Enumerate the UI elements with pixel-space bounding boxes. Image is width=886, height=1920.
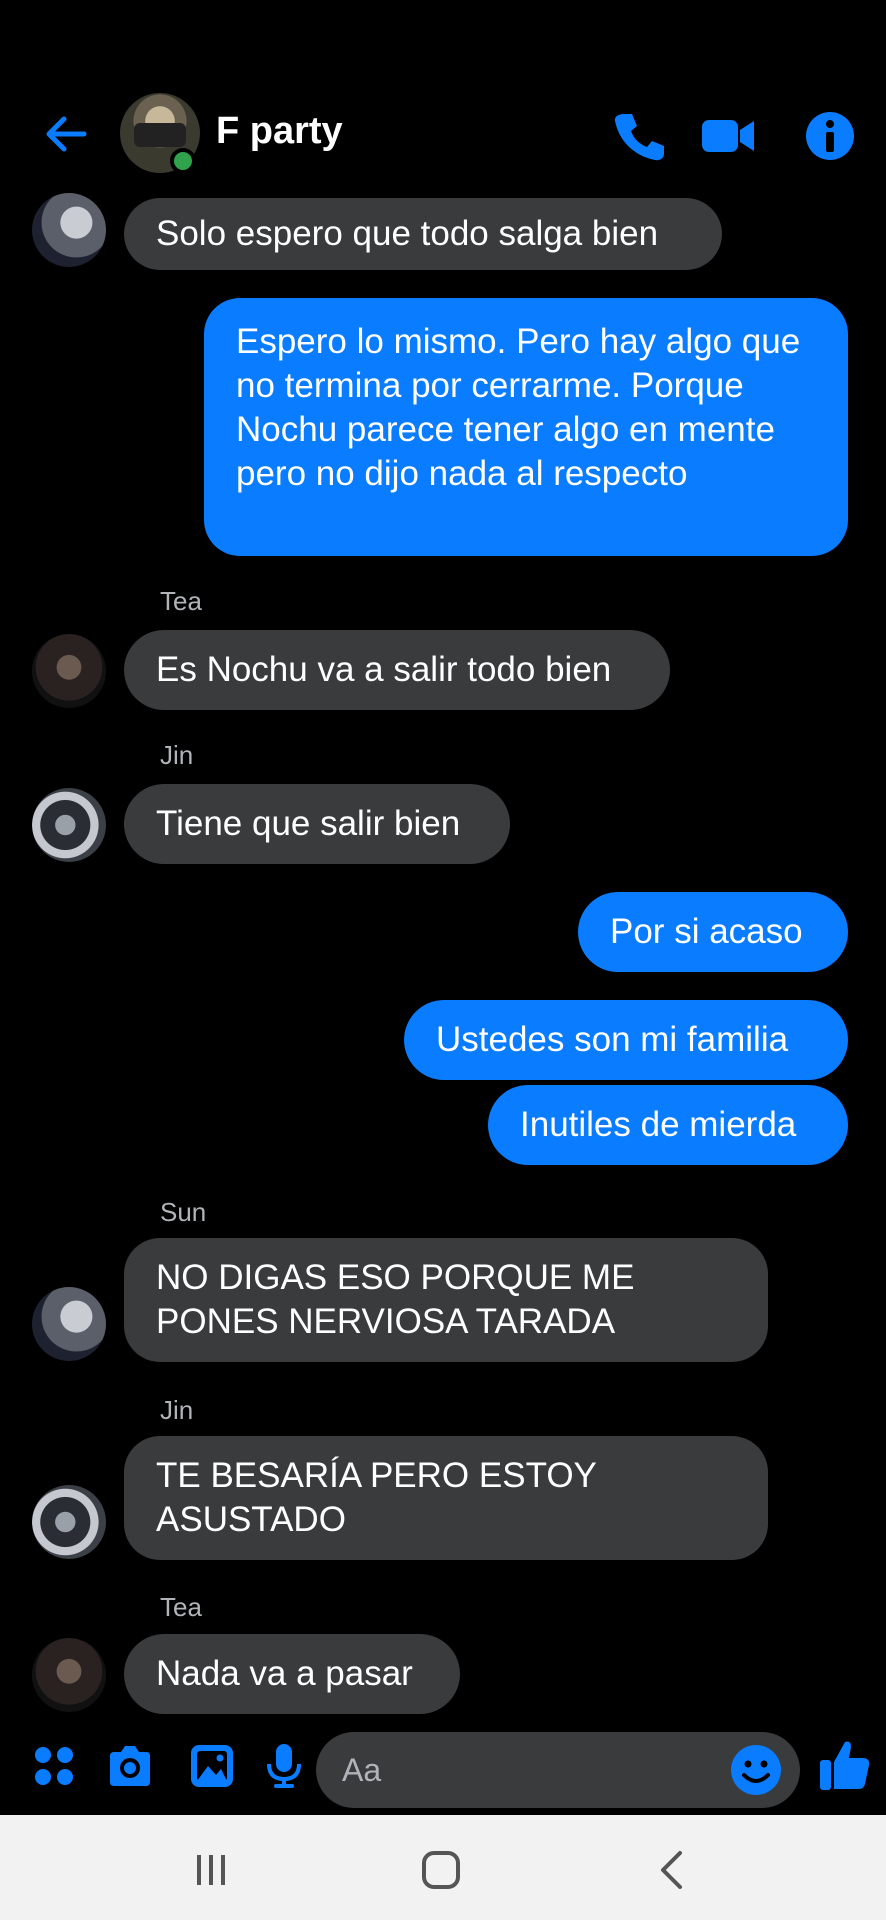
sender-name: Sun xyxy=(160,1197,207,1227)
info-icon[interactable] xyxy=(802,108,858,164)
sender-avatar[interactable] xyxy=(32,788,106,862)
message-bubble[interactable]: Tiene que salir bien xyxy=(124,784,510,864)
message-bubble[interactable]: NO DIGAS ESO PORQUE ME PONES NERVIOSA TA… xyxy=(124,1238,768,1362)
message-bubble[interactable]: Ustedes son mi familia xyxy=(404,1000,848,1080)
sender-avatar[interactable] xyxy=(32,634,106,708)
message-bubble[interactable]: TE BESARÍA PERO ESTOY ASUSTADO xyxy=(124,1436,768,1560)
emoji-icon[interactable] xyxy=(730,1744,782,1796)
message-input[interactable]: Aa xyxy=(316,1732,800,1808)
sender-name: Jin xyxy=(160,740,194,770)
message-bubble[interactable]: Es Nochu va a salir todo bien xyxy=(124,630,670,710)
recent-apps-icon[interactable] xyxy=(186,1845,236,1895)
sender-avatar[interactable] xyxy=(32,193,106,267)
message-bubble[interactable]: Inutiles de mierda xyxy=(488,1085,848,1165)
sender-avatar[interactable] xyxy=(32,1485,106,1559)
message-bubble[interactable]: Nada va a pasar xyxy=(124,1634,460,1714)
phone-icon[interactable] xyxy=(610,108,666,164)
nav-back-icon[interactable] xyxy=(648,1845,698,1895)
message-bubble[interactable]: Solo espero que todo salga bien xyxy=(124,198,722,270)
message-bubble[interactable]: Espero lo mismo. Pero hay algo que no te… xyxy=(204,298,848,556)
sender-avatar[interactable] xyxy=(32,1287,106,1361)
conversation-header: F party xyxy=(0,0,886,195)
message-input-placeholder: Aa xyxy=(342,1752,382,1788)
microphone-icon[interactable] xyxy=(260,1742,308,1790)
online-status-dot xyxy=(170,148,196,174)
video-camera-icon[interactable] xyxy=(700,108,756,164)
camera-icon[interactable] xyxy=(106,1742,154,1790)
sender-name: Tea xyxy=(160,586,202,616)
back-arrow-icon[interactable] xyxy=(40,108,92,160)
sender-name: Tea xyxy=(160,1592,202,1622)
sender-avatar[interactable] xyxy=(32,1638,106,1712)
thumbs-up-icon[interactable] xyxy=(818,1738,872,1792)
image-icon[interactable] xyxy=(188,1742,236,1790)
menu-dots-icon[interactable] xyxy=(30,1742,78,1790)
sender-name: Jin xyxy=(160,1395,194,1425)
conversation-title[interactable]: F party xyxy=(216,110,343,153)
message-bubble[interactable]: Por si acaso xyxy=(578,892,848,972)
home-icon[interactable] xyxy=(416,1845,466,1895)
